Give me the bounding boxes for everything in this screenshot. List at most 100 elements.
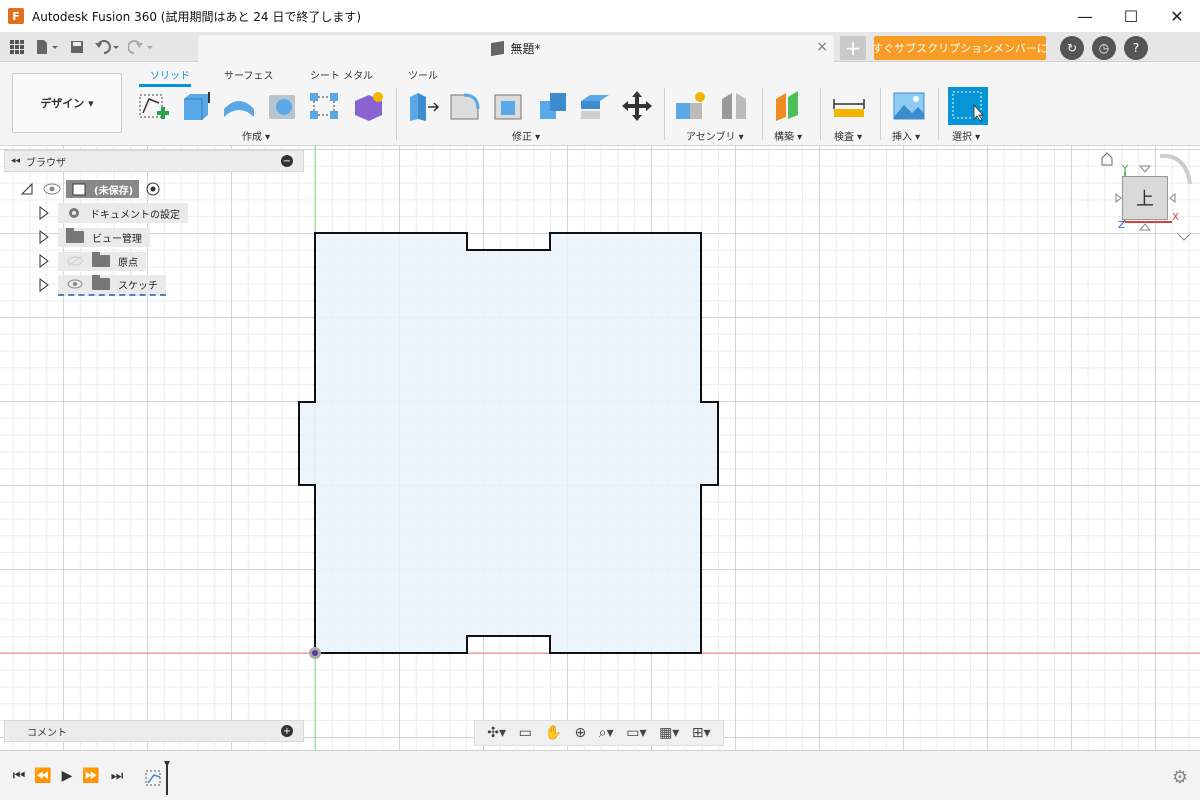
timeline-settings-gear-icon[interactable]: ⚙ [1172,767,1188,788]
viewcube-top-face[interactable]: 上 [1122,176,1168,220]
maximize-button[interactable]: ☐ [1108,0,1154,32]
separator [820,88,821,140]
home-icon [1101,152,1113,166]
root-component-label: (未保存) [94,185,134,197]
assemble-menu[interactable]: アセンブリ ▾ [686,128,744,143]
eye-hidden-icon[interactable] [66,255,84,267]
step-back-icon[interactable]: ⏪ [34,767,52,785]
play-icon[interactable]: ▶ [58,767,76,785]
step-forward-icon[interactable]: ⏩ [82,767,100,785]
tree-root[interactable]: (未保存) [20,178,161,200]
combine-icon[interactable] [536,89,570,123]
pan-hand-icon[interactable]: ✋ [544,725,561,741]
insert-image-icon[interactable] [892,89,926,123]
viewports-icon[interactable]: ⊞▾ [692,725,711,741]
new-tab-button[interactable]: + [840,36,866,60]
fusion-logo-icon: F [8,8,24,24]
select-menu[interactable]: 選択 ▾ [952,128,980,143]
undo-icon[interactable] [90,34,124,60]
help-icon[interactable]: ? [1124,36,1148,60]
inspect-menu[interactable]: 検査 ▾ [834,128,862,143]
construct-menu[interactable]: 構築 ▾ [774,128,802,143]
activate-radio-icon[interactable] [145,181,161,197]
revolve-icon[interactable] [222,89,256,123]
pattern-icon[interactable] [308,89,342,123]
hole-icon[interactable] [266,89,300,123]
move-icon[interactable] [620,89,654,123]
tab-sheet-metal[interactable]: シート メタル [310,67,373,82]
active-tab-underline [139,84,191,87]
tree-item-document-settings[interactable]: ドキュメントの設定 [38,202,188,224]
eye-icon[interactable] [66,278,84,290]
browser-title: ブラウザ [26,157,67,169]
job-status-icon[interactable]: ↻ [1060,36,1084,60]
axis-z-label: Z [1118,220,1125,231]
timeline-bar: ⏮ ⏪ ▶ ⏩ ⏭ ⚙ [0,750,1200,800]
insert-menu[interactable]: 挿入 ▾ [892,128,920,143]
tree-item-label: スケッチ [118,280,158,292]
zoom-icon[interactable]: ⊕ [574,725,586,741]
joint-icon[interactable] [718,89,752,123]
notifications-clock-icon[interactable]: ◷ [1092,36,1116,60]
grid-icon[interactable] [4,34,30,60]
collapsed-triangle-icon[interactable] [38,278,50,292]
modify-menu[interactable]: 修正 ▾ [512,128,540,143]
collapsed-triangle-icon[interactable] [38,206,50,220]
document-tab[interactable]: 無題* × [198,35,834,62]
fit-zoom-icon[interactable]: ⌕▾ [599,725,614,741]
tree-item-origin[interactable]: 原点 [38,250,146,272]
tab-tools[interactable]: ツール [408,67,438,82]
collapsed-triangle-icon[interactable] [38,254,50,268]
display-settings-icon[interactable]: ▭▾ [626,725,646,741]
tree-item-label: 原点 [118,257,138,269]
offset-face-icon[interactable] [578,89,612,123]
canvas-viewport[interactable] [0,146,1200,750]
select-icon[interactable] [948,87,988,125]
tree-node-box: ビュー管理 [58,227,150,247]
axis-x-label: X [1172,212,1179,223]
press-pull-icon[interactable] [406,89,440,123]
create-sketch-icon[interactable] [137,89,171,123]
offset-plane-icon[interactable] [772,89,806,123]
expanded-triangle-icon[interactable] [20,182,34,196]
close-tab-button[interactable]: × [816,39,828,55]
file-icon[interactable] [30,34,64,60]
extrude-icon[interactable] [180,89,214,123]
go-to-start-icon[interactable]: ⏮ [10,767,28,785]
create-menu[interactable]: 作成 ▾ [242,128,270,143]
browser-minimize-icon[interactable]: − [281,155,293,167]
new-component-icon[interactable] [674,89,708,123]
tree-item-sketches[interactable]: スケッチ [38,274,166,296]
separator [880,88,881,140]
fillet-icon[interactable] [448,89,482,123]
eye-icon[interactable] [42,182,62,196]
timeline-sketch-feature-icon[interactable] [144,761,174,795]
tree-item-named-views[interactable]: ビュー管理 [38,226,150,248]
redo-icon[interactable] [124,34,158,60]
orbit-icon[interactable]: ✣▾ [487,725,506,741]
create-form-icon[interactable] [352,89,386,123]
subscribe-button[interactable]: 今すぐサブスクリプションメンバーに… [874,36,1046,60]
comments-panel[interactable]: コメント + [4,720,304,742]
save-icon[interactable] [64,34,90,60]
collapsed-triangle-icon[interactable] [38,230,50,244]
workspace-switcher[interactable]: デザイン ▾ [12,73,122,133]
shell-icon[interactable] [492,89,526,123]
browser-header[interactable]: ◂◂ ブラウザ − [4,150,304,172]
minimize-button[interactable]: — [1062,0,1108,32]
go-to-end-icon[interactable]: ⏭ [108,767,126,785]
close-window-button[interactable]: ✕ [1154,0,1200,32]
folder-icon [92,252,110,267]
gear-icon [69,208,79,218]
navigation-bar: ✣▾ ▭ ✋ ⊕ ⌕▾ ▭▾ ▦▾ ⊞▾ [474,720,724,746]
tab-solid[interactable]: ソリッド [150,67,190,82]
add-comment-icon[interactable]: + [281,725,293,737]
look-at-icon[interactable]: ▭ [519,725,532,741]
root-component-box[interactable]: (未保存) [66,180,140,198]
measure-icon[interactable] [832,89,866,123]
folder-icon [66,228,84,243]
tree-node-box: 原点 [58,251,146,271]
grid-settings-icon[interactable]: ▦▾ [659,725,679,741]
browser-collapse-arrows-icon[interactable]: ◂◂ [11,156,20,166]
tab-surface[interactable]: サーフェス [224,67,273,82]
